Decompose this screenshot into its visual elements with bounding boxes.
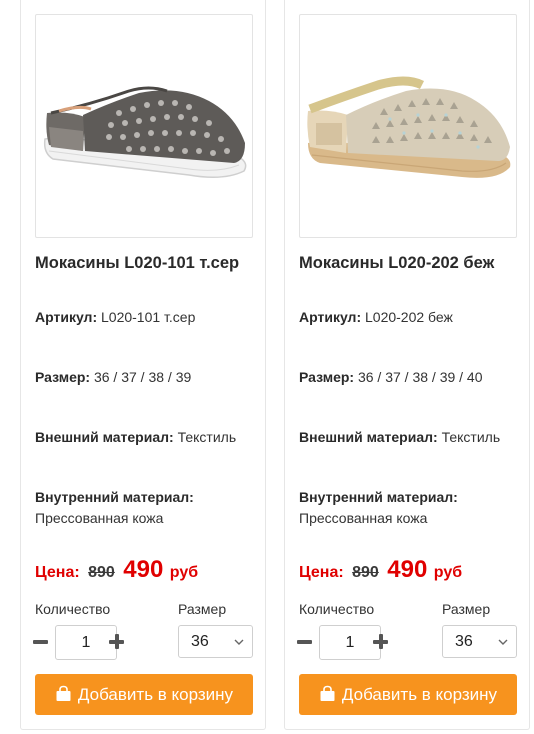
add-to-cart-button[interactable]: Добавить в корзину (299, 674, 517, 715)
outer-material-label: Внешний материал: (299, 429, 438, 445)
article-label: Артикул: (35, 309, 98, 325)
new-price: 490 (123, 556, 164, 583)
sizes-value: 36 / 37 / 38 / 39 (93, 369, 192, 385)
outer-material-value: Текстиль (441, 429, 501, 445)
price-row: Цена: 890 490 руб (299, 556, 462, 584)
article-value: L020-202 беж (365, 309, 453, 325)
outer-material-row: Внешний материал: Текстиль (35, 427, 260, 448)
currency: руб (169, 564, 199, 581)
size-select-label: Размер (178, 601, 227, 617)
sizes-row: Размер: 36 / 37 / 38 / 39 / 40 (299, 367, 524, 388)
currency: руб (433, 564, 463, 581)
shoe-image (43, 86, 247, 178)
inner-material-label: Внутренний материал: (299, 489, 458, 505)
inner-material-row: Внутренний материал: Прессованная кожа (299, 487, 524, 529)
product-title[interactable]: Мокасины L020-202 беж (299, 254, 524, 273)
article-value: L020-101 т.сер (101, 309, 196, 325)
price-label: Цена: (35, 564, 80, 581)
sizes-label: Размер: (35, 369, 91, 385)
quantity-label: Количество (299, 601, 375, 617)
add-to-cart-label: Добавить в корзину (77, 684, 234, 704)
quantity-decrease-button[interactable] (33, 630, 49, 654)
old-price: 890 (88, 564, 115, 581)
quantity-decrease-button[interactable] (297, 630, 313, 654)
new-price: 490 (387, 556, 428, 583)
size-selected-value: 36 (455, 633, 473, 650)
quantity-increase-button[interactable] (108, 630, 126, 654)
product-image[interactable] (299, 14, 517, 238)
article-row: Артикул: L020-101 т.сер (35, 307, 260, 328)
outer-material-label: Внешний материал: (35, 429, 174, 445)
product-card: Мокасины L020-202 беж Артикул: L020-202 … (284, 0, 530, 730)
outer-material-value: Текстиль (177, 429, 237, 445)
outer-material-row: Внешний материал: Текстиль (299, 427, 524, 448)
chevron-down-icon (498, 639, 508, 645)
size-select[interactable]: 36 (178, 625, 253, 658)
article-row: Артикул: L020-202 беж (299, 307, 524, 328)
inner-material-label: Внутренний материал: (35, 489, 194, 505)
inner-material-value: Прессованная кожа (299, 510, 428, 526)
article-label: Артикул: (299, 309, 362, 325)
shoe-image (307, 76, 511, 178)
sizes-label: Размер: (299, 369, 355, 385)
shopping-bag-icon (320, 685, 335, 701)
price-row: Цена: 890 490 руб (35, 556, 198, 584)
old-price: 890 (352, 564, 379, 581)
price-label: Цена: (299, 564, 344, 581)
product-card: Мокасины L020-101 т.сер Артикул: L020-10… (20, 0, 266, 730)
add-to-cart-button[interactable]: Добавить в корзину (35, 674, 253, 715)
shopping-bag-icon (56, 685, 71, 701)
product-image[interactable] (35, 14, 253, 238)
size-select-label: Размер (442, 601, 491, 617)
add-to-cart-label: Добавить в корзину (341, 684, 498, 704)
product-title[interactable]: Мокасины L020-101 т.сер (35, 254, 260, 273)
inner-material-row: Внутренний материал: Прессованная кожа (35, 487, 260, 529)
quantity-label: Количество (35, 601, 111, 617)
inner-material-value: Прессованная кожа (35, 510, 164, 526)
quantity-increase-button[interactable] (372, 630, 390, 654)
size-select[interactable]: 36 (442, 625, 517, 658)
chevron-down-icon (234, 639, 244, 645)
size-selected-value: 36 (191, 633, 209, 650)
sizes-row: Размер: 36 / 37 / 38 / 39 (35, 367, 260, 388)
sizes-value: 36 / 37 / 38 / 39 / 40 (357, 369, 483, 385)
